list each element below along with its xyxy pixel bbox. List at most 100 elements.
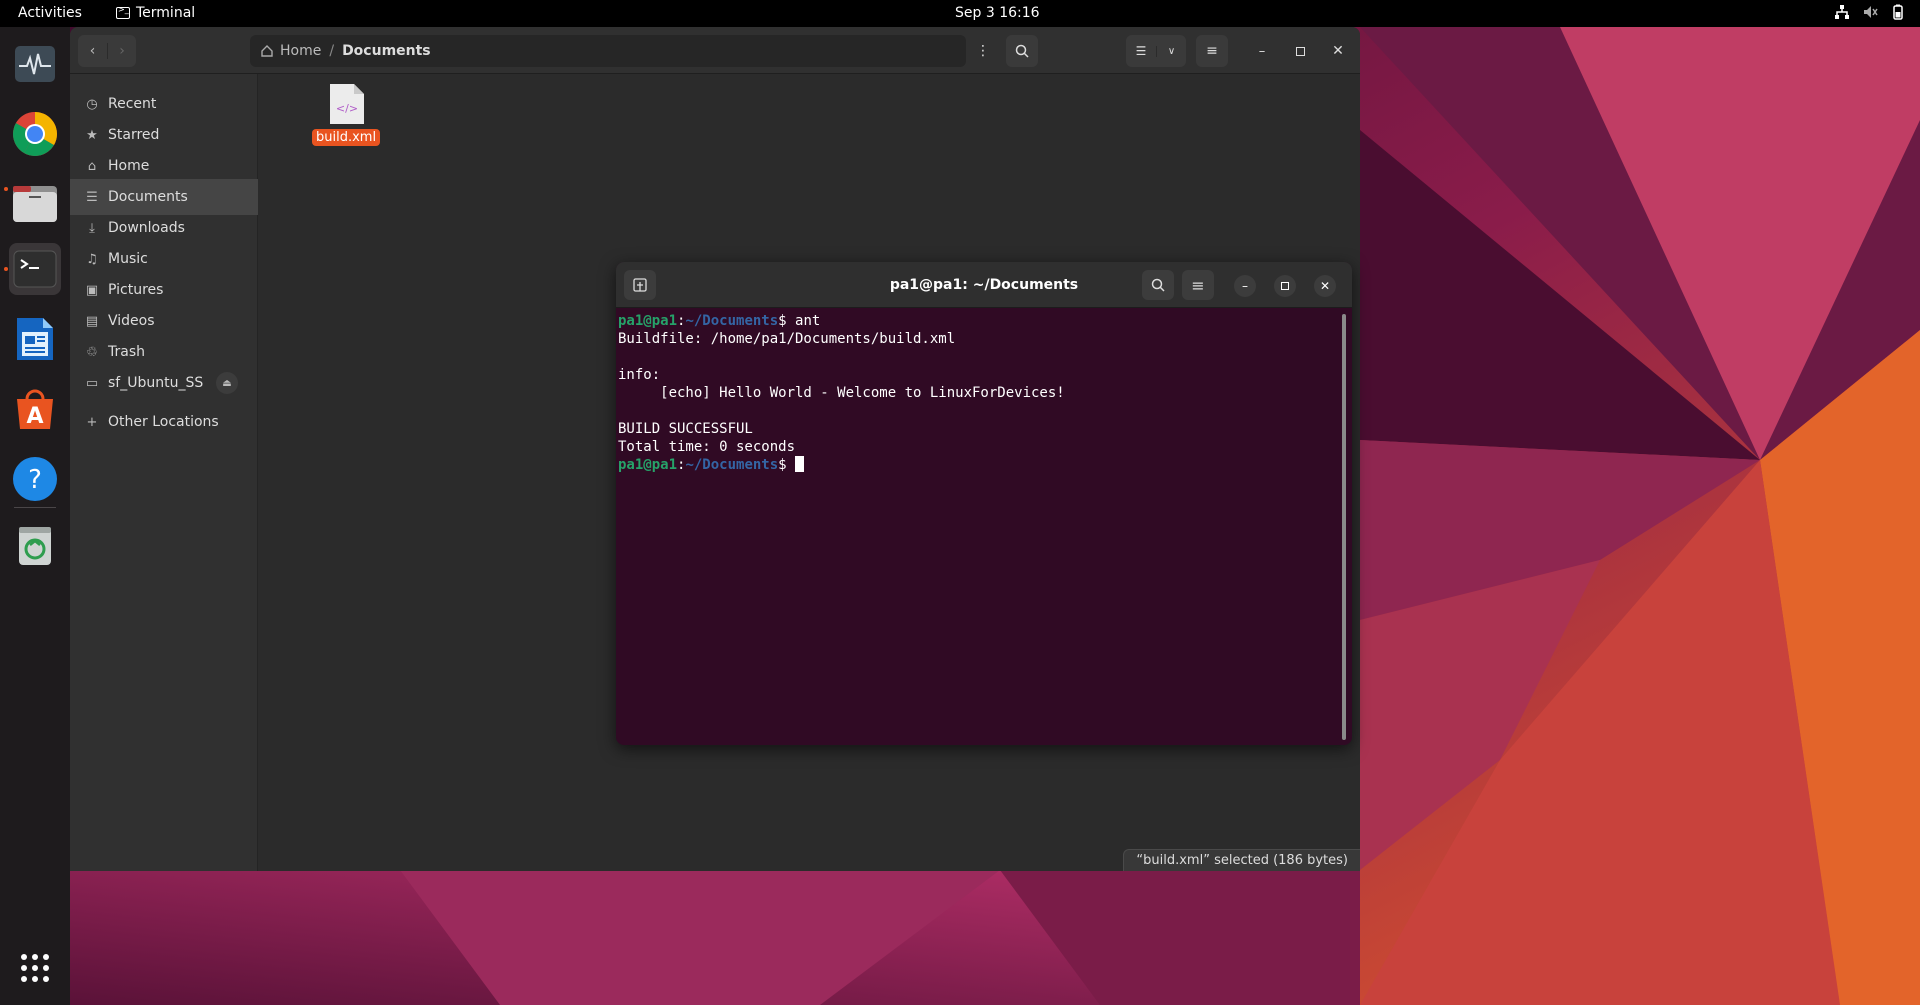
sidebar-item-label: Pictures [108, 282, 164, 298]
files-sidebar: ◷ Recent ★ Starred ⌂ Home ☰ Documents ⤓ Downloads… [70, 74, 258, 871]
terminal-search-button[interactable] [1142, 270, 1174, 300]
system-tray[interactable] [1834, 4, 1906, 20]
chrome-icon [13, 112, 57, 156]
prompt-user: pa1@pa1 [618, 457, 678, 473]
terminal-scrollbar[interactable] [1342, 314, 1346, 740]
minimize-icon: – [1242, 279, 1248, 293]
dock-chrome[interactable] [9, 108, 61, 160]
dock-terminal[interactable] [9, 243, 61, 295]
trash-bin-icon [19, 527, 51, 565]
files-icon [13, 186, 57, 222]
command-text: ant [786, 313, 821, 329]
terminal-maximize-button[interactable] [1274, 275, 1296, 297]
terminal-app-icon: >_ [116, 5, 130, 19]
terminal-line: pa1@pa1:~/Documents$ ant [618, 312, 1338, 330]
sidebar-item-sf-ubuntu-ss[interactable]: ▭ sf_Ubuntu_SS ⏏ [70, 365, 258, 401]
system-monitor-icon [15, 46, 55, 82]
app-center-icon: A [17, 389, 53, 429]
clock[interactable]: Sep 3 16:16 [955, 5, 1040, 21]
file-name-label[interactable]: build.xml [312, 129, 381, 146]
writer-icon [17, 318, 53, 360]
sidebar-item-label: Trash [108, 344, 145, 360]
output-text: BUILD SUCCESSFUL [618, 421, 753, 437]
maximize-button[interactable] [1288, 35, 1312, 67]
terminal-icon [13, 250, 57, 288]
vertical-dots-icon: ⋮ [976, 43, 990, 59]
sidebar-item-label: Home [108, 158, 150, 174]
home-icon: ⌂ [87, 158, 97, 174]
picture-icon: ▣ [85, 282, 99, 298]
nav-buttons: ‹ › [78, 35, 136, 67]
status-bar: “build.xml” selected (186 bytes) [1123, 849, 1360, 871]
dock-show-apps[interactable] [9, 942, 61, 994]
trash-icon: ♲ [86, 344, 98, 360]
sidebar-item-label: sf_Ubuntu_SS [108, 375, 204, 391]
view-toggle[interactable]: ☰ ∨ [1126, 35, 1186, 67]
terminal-menu-button[interactable]: ≡ [1182, 270, 1214, 300]
terminal-output[interactable]: pa1@pa1:~/Documents$ ant Buildfile: /home… [618, 312, 1338, 742]
close-icon: ✕ [1332, 43, 1344, 59]
svg-text:</>: </> [336, 102, 358, 115]
output-text: Total time: 0 seconds [618, 439, 796, 455]
terminal-line: info: [618, 366, 1338, 384]
plus-icon: + [86, 414, 98, 430]
terminal-close-button[interactable]: ✕ [1314, 275, 1336, 297]
eject-icon[interactable]: ⏏ [216, 372, 238, 394]
dock-help[interactable]: ? [9, 453, 61, 505]
search-button[interactable] [1006, 35, 1038, 67]
terminal-header-bar: pa1@pa1: ~/Documents ≡ – ✕ [616, 262, 1352, 308]
back-button[interactable]: ‹ [78, 43, 107, 59]
maximize-icon [1295, 46, 1305, 56]
dock-separator [14, 507, 56, 508]
prompt-path: ~/Documents [685, 313, 779, 329]
dock-libreoffice-writer[interactable] [9, 313, 61, 365]
minimize-button[interactable]: – [1250, 35, 1274, 67]
app-menu-label: Terminal [136, 5, 196, 21]
prompt-user: pa1@pa1 [618, 313, 678, 329]
close-icon: ✕ [1319, 279, 1331, 293]
search-icon [1015, 44, 1029, 58]
maximize-icon [1281, 282, 1289, 290]
dock-trash[interactable] [9, 519, 61, 571]
music-icon: ♫ [86, 251, 98, 267]
text-cursor [795, 456, 805, 472]
path-bar[interactable]: Home / Documents [250, 35, 966, 67]
minimize-icon: – [1258, 43, 1266, 59]
svg-text:?: ? [28, 465, 42, 495]
sidebar-item-label: Videos [108, 313, 155, 329]
prompt-dollar: $ [778, 313, 787, 329]
terminal-minimize-button[interactable]: – [1234, 275, 1256, 297]
prompt-path: ~/Documents [685, 457, 779, 473]
terminal-line: Buildfile: /home/pa1/Documents/build.xml [618, 330, 1338, 348]
forward-button[interactable]: › [107, 43, 136, 59]
terminal-line: Total time: 0 seconds [618, 438, 1338, 456]
download-icon: ⤓ [89, 220, 95, 236]
network-icon [1835, 5, 1849, 19]
path-home[interactable]: Home [280, 43, 321, 59]
battery-icon [1893, 4, 1903, 20]
activities-button[interactable]: Activities [18, 5, 82, 21]
hamburger-icon: ≡ [1206, 43, 1218, 59]
path-documents[interactable]: Documents [342, 43, 431, 59]
app-menu[interactable]: >_ Terminal [116, 5, 195, 21]
dock-app-center[interactable]: A [9, 383, 61, 435]
files-running-indicator [4, 187, 8, 191]
close-button[interactable]: ✕ [1326, 35, 1350, 67]
output-text: info: [618, 367, 661, 383]
chevron-down-icon: ∨ [1156, 45, 1186, 57]
dock-system-monitor[interactable] [9, 38, 61, 90]
sidebar-item-label: Starred [108, 127, 160, 143]
dock-files[interactable] [9, 178, 61, 230]
sidebar-item-other-locations[interactable]: + Other Locations [70, 404, 258, 440]
prompt-dollar: $ [778, 457, 787, 473]
sidebar-item-label: Music [108, 251, 148, 267]
main-menu-button[interactable]: ≡ [1196, 35, 1228, 67]
xml-file-icon[interactable]: </> [328, 82, 366, 126]
drive-icon: ▭ [85, 375, 99, 391]
sidebar-item-label: Recent [108, 96, 157, 112]
hamburger-icon: ≡ [1191, 275, 1205, 295]
path-menu-button[interactable]: ⋮ [970, 35, 996, 67]
video-icon: ▤ [85, 313, 99, 329]
